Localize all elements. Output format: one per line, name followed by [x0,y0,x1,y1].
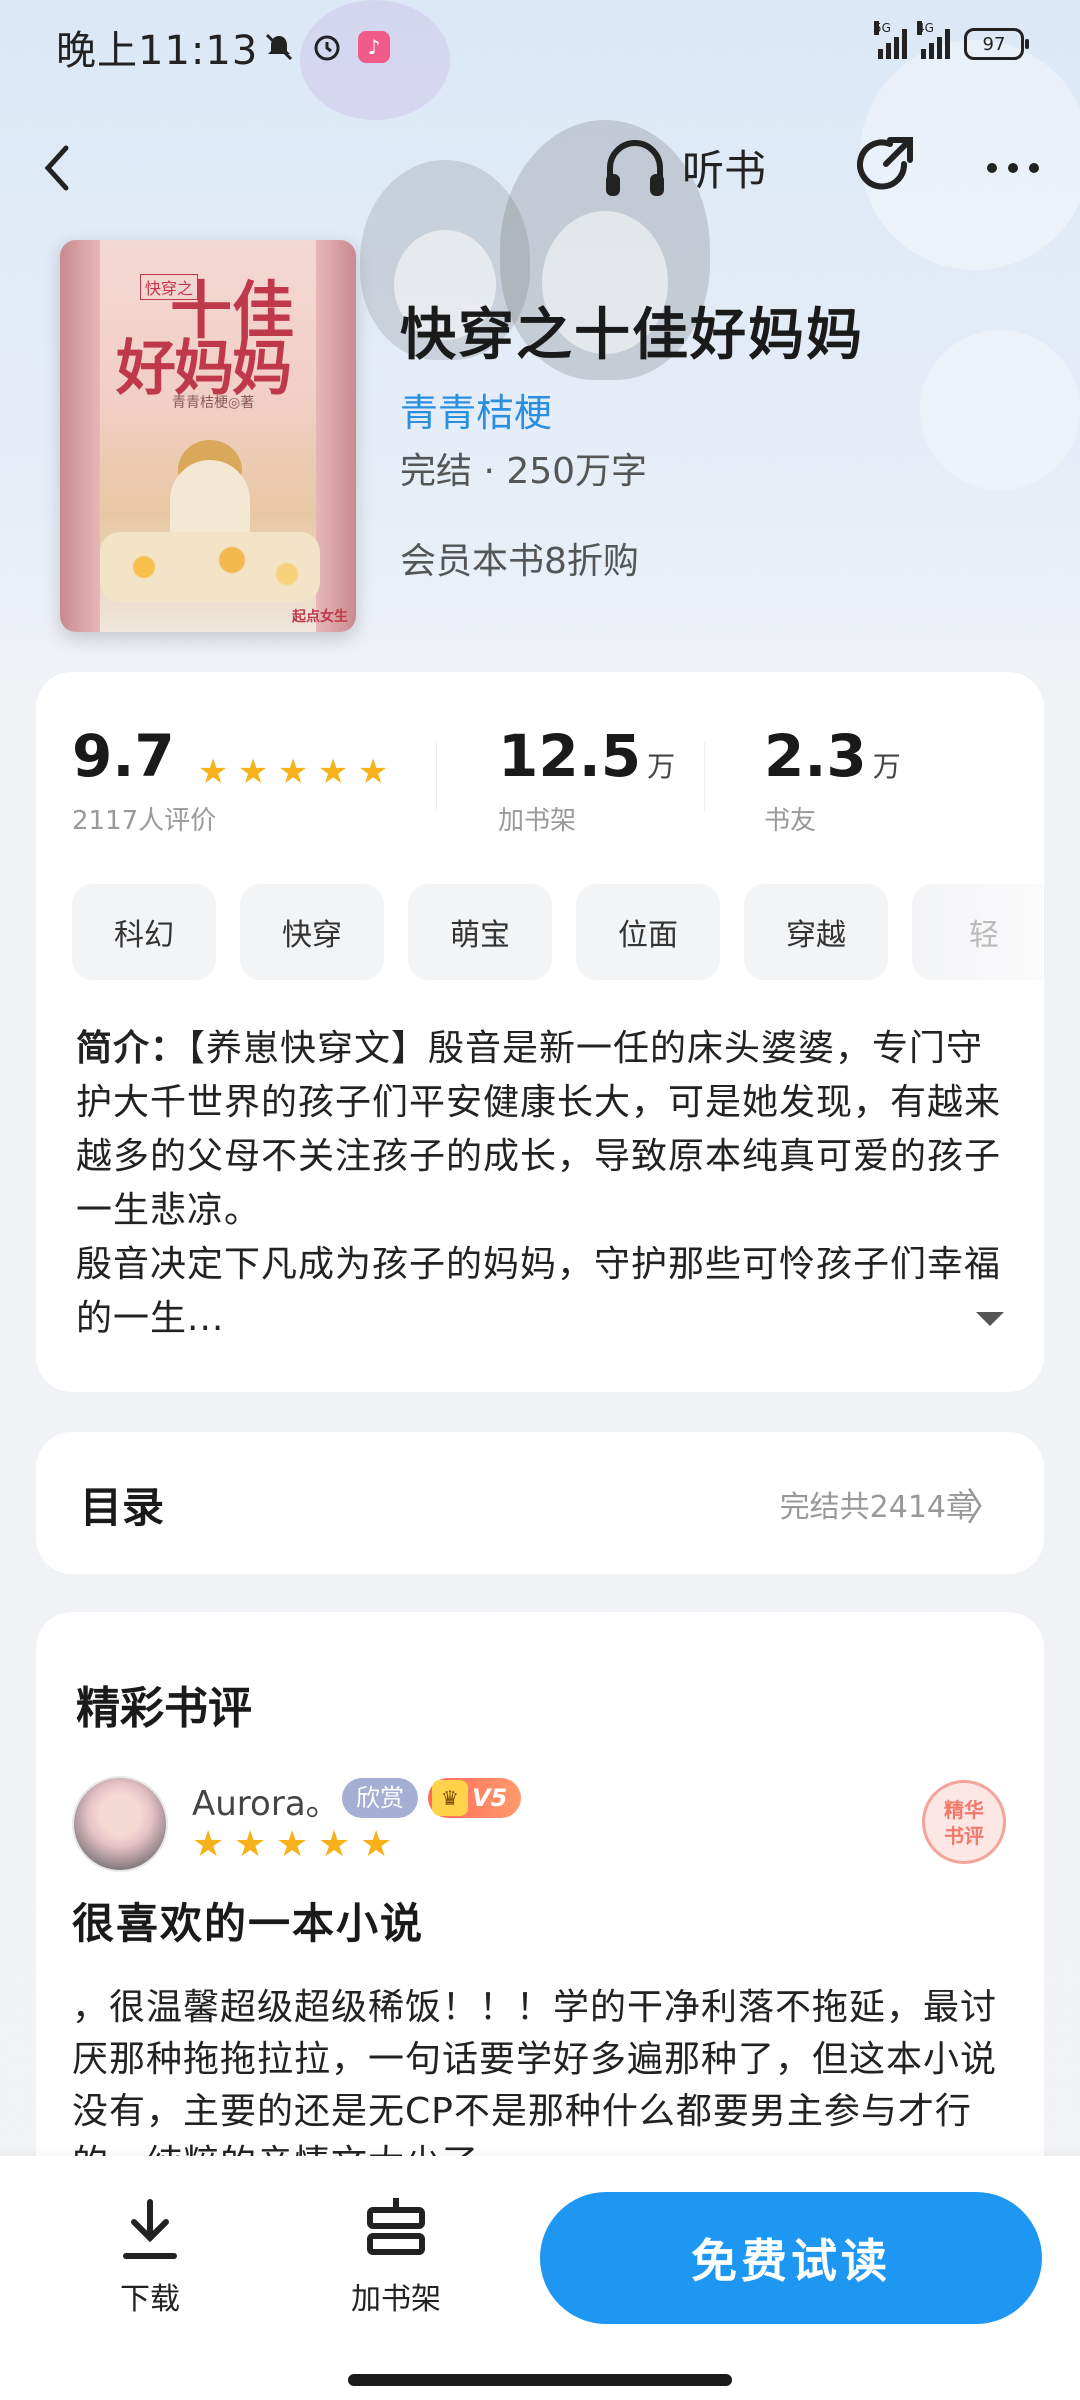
reviewer-name[interactable]: Aurora。 [192,1776,340,1825]
star-icon: ★ [318,1824,351,1865]
status-time: 晚上11:13 [56,28,259,74]
star-icon: ★ [277,751,309,792]
level-text: V5 [472,1784,508,1812]
chevron-left-icon [44,145,69,191]
cover-author: 青青桔梗◎著 [172,395,255,411]
tag-chip[interactable]: 轻 [912,884,1042,980]
status-bar: 晚上11:13 ♪ 5G 4G 97 [0,0,1080,100]
rating-count-label: 2117人评价 [72,806,217,836]
rating-stars: ★ ★ ★ ★ ★ [198,755,392,789]
cover-curtain [60,240,100,632]
listen-label: 听书 [682,145,767,195]
fans-unit: 万 [872,750,901,783]
cover-publisher-logo: 起点女生 [292,609,348,625]
stat-divider [436,742,437,812]
share-button[interactable] [850,132,920,202]
fan-badge: 欣赏 [342,1778,418,1818]
tiktok-icon: ♪ [358,31,390,63]
battery-icon: 97 [964,28,1029,60]
star-icon: ★ [237,751,269,792]
star-icon: ★ [192,1824,225,1865]
fans-stat[interactable]: 2.3 万 书友 [764,722,901,837]
tag-chip[interactable]: 萌宝 [408,884,552,980]
star-icon: ★ [276,1824,309,1865]
review-stars: ★ ★ ★ ★ ★ [192,1824,394,1865]
intro-text: 【养崽快穿文】殷音是新一任的床头婆婆，专门守护大千世界的孩子们平安健康长大，可是… [76,1028,1002,1339]
cover-flowers [100,532,320,602]
signal-5g-icon: 5G [874,21,907,59]
star-icon: ★ [360,1824,393,1865]
download-icon [110,2196,190,2266]
battery-level: 97 [982,33,1006,55]
signal-4g-icon: 4G [917,21,950,59]
review-headline[interactable]: 很喜欢的一本小说 [72,1890,424,1951]
book-intro[interactable]: 简介：【养崽快穿文】殷音是新一任的床头婆婆，专门守护大千世界的孩子们平安健康长大… [76,1022,1004,1346]
status-icons: ♪ [262,30,390,64]
shelf-unit: 万 [647,750,676,783]
add-to-shelf-label: 加书架 [351,2282,441,2317]
share-arrow-icon [857,137,913,190]
toc-card[interactable]: 目录 完结共2414章 〉 [36,1432,1044,1574]
alarm-clock-icon [310,30,344,64]
level-badge: ♛ V5 [428,1778,522,1818]
book-author-link[interactable]: 青青桔梗 [400,382,552,437]
star-icon: ★ [317,751,349,792]
expand-triangle-icon[interactable] [976,1312,1004,1326]
avatar[interactable] [72,1776,168,1872]
star-icon: ★ [357,751,389,792]
shelf-label: 加书架 [498,806,577,836]
tag-list: 科幻 快穿 萌宝 位面 穿越 轻 [72,884,1042,980]
seal-line2: 书评 [944,1824,984,1848]
more-dots-icon [987,163,1039,173]
star-icon: ★ [197,751,229,792]
shelf-stat: 12.5 万 加书架 [498,722,675,837]
tag-chip[interactable]: 位面 [576,884,720,980]
intro-label: 简介： [76,1028,188,1069]
member-promo[interactable]: 会员本书8折购 [400,532,639,584]
headphones-icon [606,140,664,196]
chevron-right-icon: 〉 [965,1485,1004,1529]
add-to-shelf-button[interactable]: 加书架 [326,2196,466,2318]
back-button[interactable] [38,138,98,198]
toc-title: 目录 [80,1483,165,1532]
reviews-title: 精彩书评 [76,1683,252,1734]
cover-curtain [316,240,356,632]
book-info-card: 9.7 ★ ★ ★ ★ ★ 2117人评价 12.5 万 加书架 2.3 万 书友 … [36,672,1044,1392]
tag-chip[interactable]: 快穿 [240,884,384,980]
status-right: 5G 4G 97 [874,21,1029,60]
book-meta: 完结 · 250万字 [400,451,648,492]
seal-line1: 精华 [944,1798,984,1822]
book-cover[interactable]: 快穿之 十佳 好妈妈 青青桔梗◎著 起点女生 [60,240,356,632]
more-options-button[interactable] [978,132,1048,202]
listen-button[interactable]: 听书 [600,132,766,202]
star-icon: ★ [234,1824,267,1865]
shelf-value: 12.5 [498,722,642,790]
home-indicator[interactable] [348,2374,732,2386]
free-read-button[interactable]: 免费试读 [540,2192,1042,2324]
tag-chip[interactable]: 穿越 [744,884,888,980]
mute-bell-icon [262,30,296,64]
top-nav: 听书 [0,120,1080,220]
bottom-action-bar: 下载 加书架 免费试读 [0,2156,1080,2400]
fans-value: 2.3 [764,722,867,790]
featured-review-seal: 精华 书评 [922,1780,1006,1864]
rating-stat[interactable]: 9.7 ★ ★ ★ ★ ★ 2117人评价 [72,722,392,837]
download-label: 下载 [120,2282,180,2317]
stat-divider [704,742,705,812]
bubble-decoration [920,330,1080,490]
toc-chapter-count: 完结共2414章 [779,1490,976,1525]
fans-label: 书友 [764,806,817,836]
crown-icon: ♛ [432,1780,468,1816]
download-button[interactable]: 下载 [80,2196,220,2318]
book-title: 快穿之十佳好妈妈 [400,303,864,368]
bookshelf-icon [356,2196,436,2266]
tag-chip[interactable]: 科幻 [72,884,216,980]
rating-value: 9.7 [72,722,175,790]
